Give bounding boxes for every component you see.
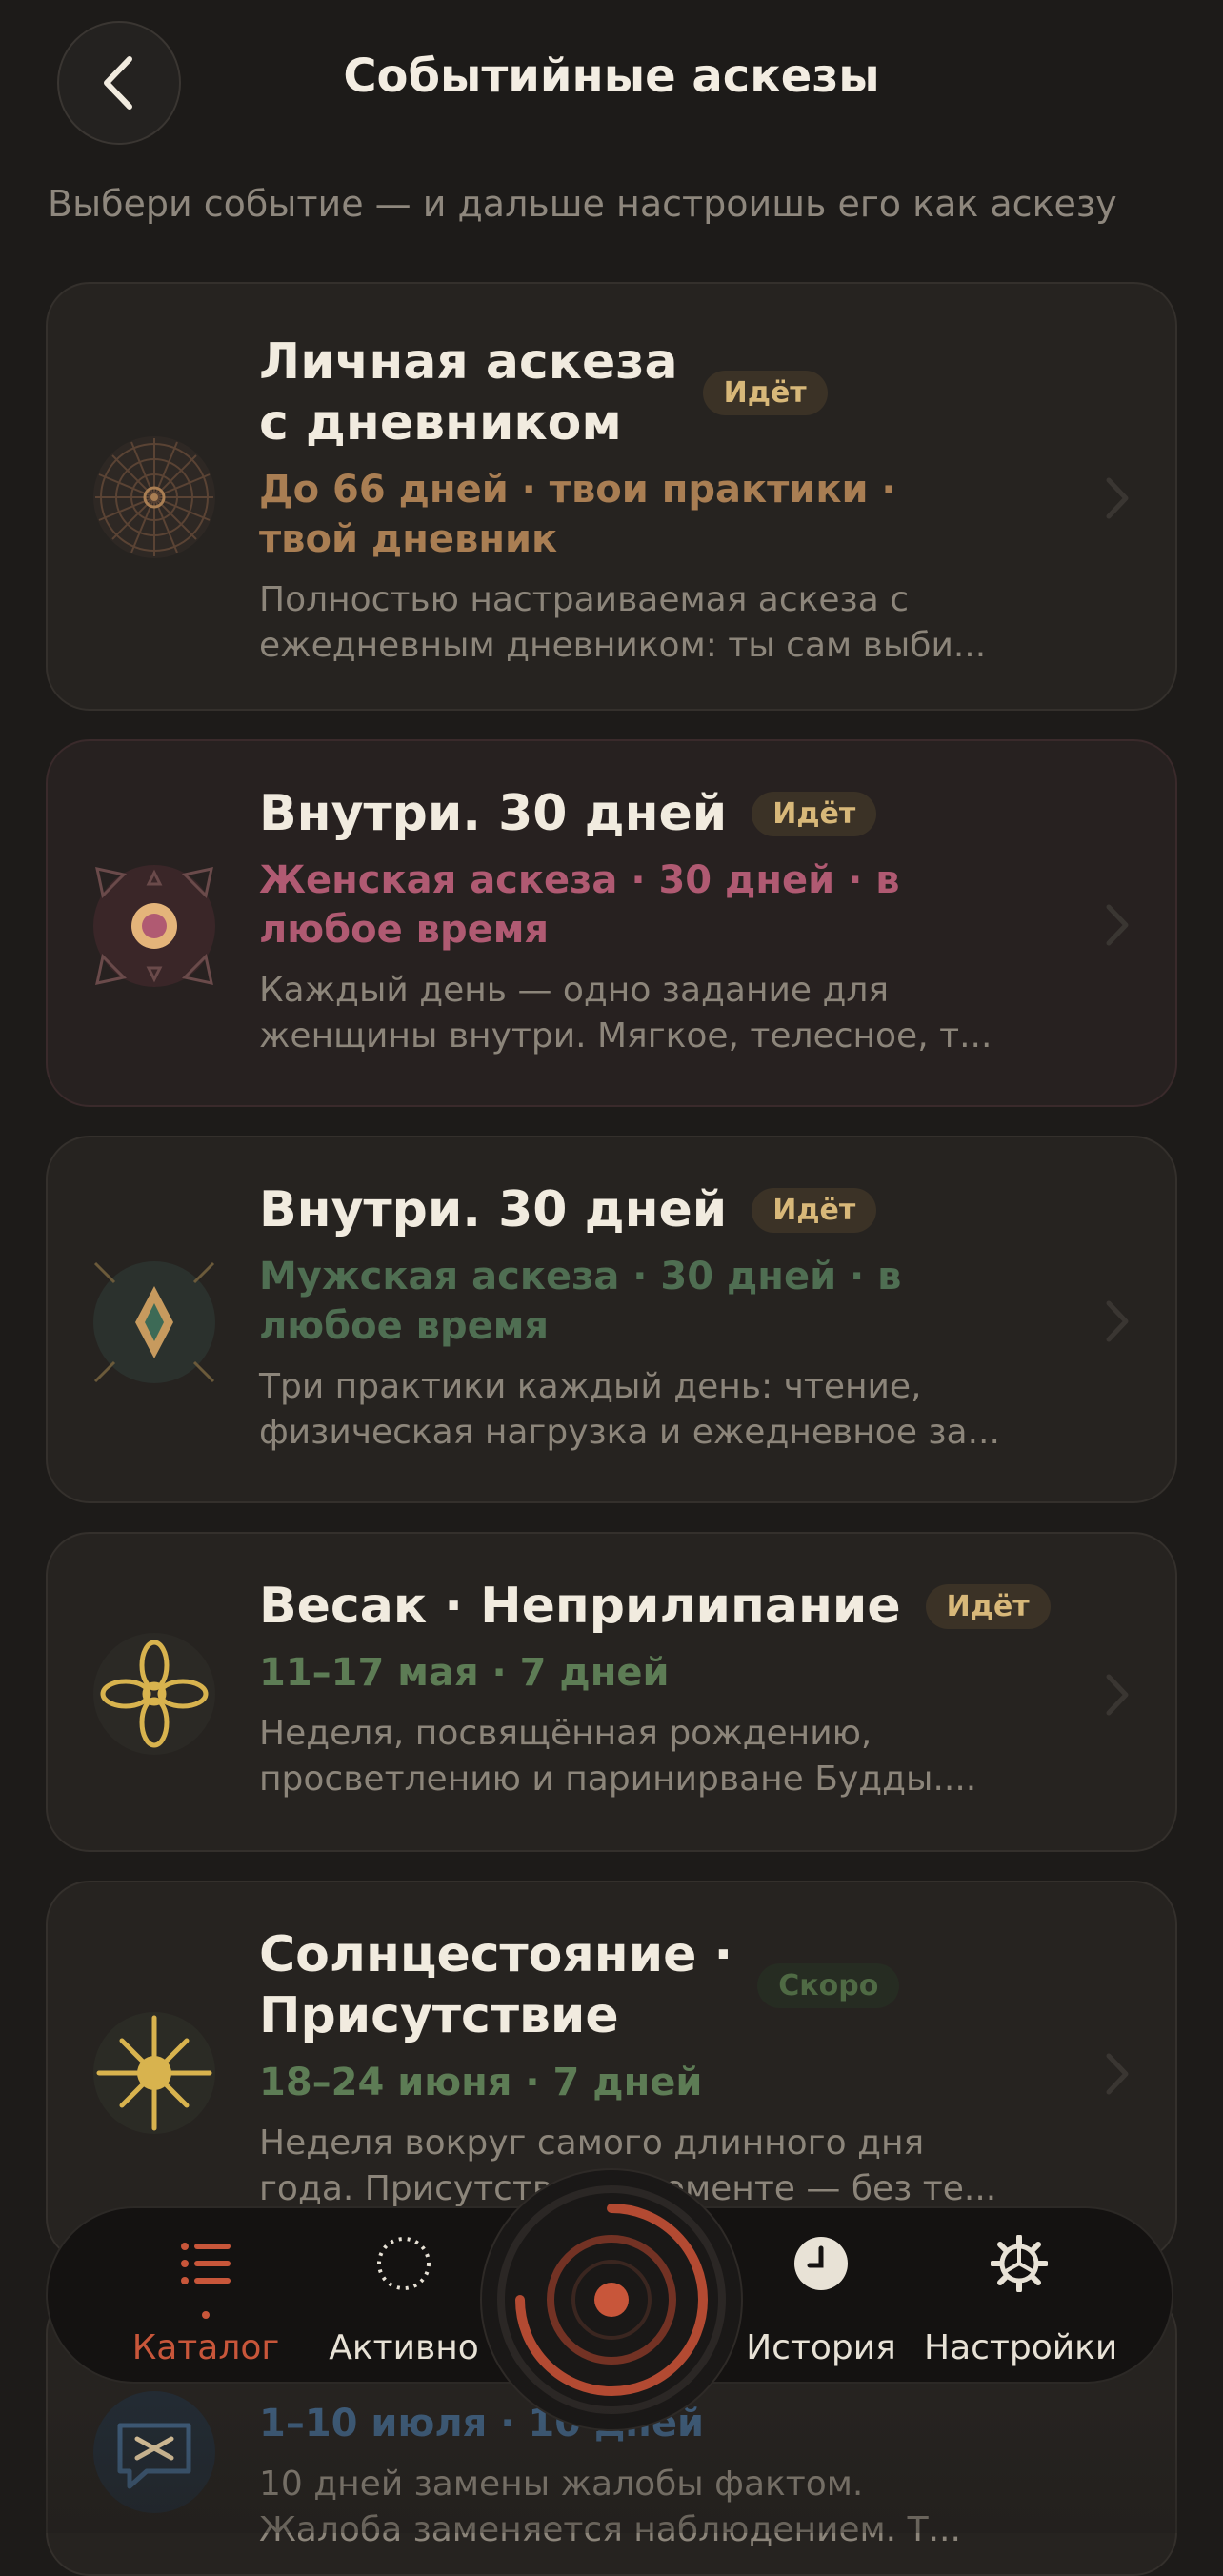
event-title: Внутри. 30 дней [259, 785, 728, 842]
status-badge: Скоро [757, 1962, 900, 2008]
diamond-icon [91, 1259, 217, 1385]
event-meta: 11–17 мая · 7 дней [259, 1651, 670, 1695]
center-record-button[interactable] [480, 2168, 743, 2431]
tab-label: История [746, 2328, 896, 2367]
record-icon [497, 2185, 726, 2414]
tab-history[interactable]: История [726, 2208, 916, 2385]
event-meta: Женская аскеза · 30 дней · в любое время [259, 858, 900, 952]
circle-petals-icon [91, 863, 217, 989]
chevron-right-icon [1106, 1674, 1129, 1716]
chevron-right-icon [1106, 477, 1129, 519]
dotted-circle-icon [377, 2237, 431, 2290]
event-card-men-30[interactable]: Внутри. 30 дней Идёт Мужская аскеза · 30… [46, 1136, 1177, 1503]
chat-icon [91, 2389, 217, 2515]
sun-icon [91, 2010, 217, 2136]
event-description: Полностью настраиваемая аскеза с ежедневн… [259, 580, 987, 665]
event-description: 10 дней замены жалобы фактом. Жалоба заме… [259, 2465, 961, 2549]
status-badge: Идёт [752, 791, 877, 836]
chevron-right-icon [1106, 2053, 1129, 2095]
event-description: Неделя, посвящённая рождению, просветлени… [259, 1714, 977, 1799]
chevron-right-icon [1106, 904, 1129, 946]
event-card-women-30[interactable]: Внутри. 30 дней Идёт Женская аскеза · 30… [46, 739, 1177, 1107]
event-title: Личная аскеза с дневником [259, 333, 678, 452]
chevron-right-icon [1106, 1300, 1129, 1342]
page-subtitle: Выбери событие — и дальше настроишь его … [48, 183, 1117, 225]
tab-label: Активно [329, 2328, 479, 2367]
gear-icon [991, 2235, 1048, 2292]
event-title: Внутри. 30 дней [259, 1181, 728, 1238]
event-description: Каждый день — одно задание для женщины вн… [259, 971, 992, 1056]
mandala-icon [91, 434, 217, 560]
tab-catalog[interactable]: Каталог [110, 2208, 301, 2385]
event-meta: 18–24 июня · 7 дней [259, 2061, 703, 2104]
event-meta: До 66 дней · твои практики · твой дневник [259, 468, 896, 561]
active-indicator [202, 2311, 210, 2319]
event-title: Солнцестояние · Присутствие [259, 1926, 733, 2044]
status-badge: Идёт [702, 370, 828, 415]
tab-label: Каталог [131, 2328, 280, 2367]
lotus-icon [91, 1631, 217, 1757]
event-card-personal-diary[interactable]: Личная аскеза с дневником Идёт До 66 дне… [46, 282, 1177, 711]
status-badge: Идёт [925, 1583, 1051, 1629]
tab-settings[interactable]: Настройки [924, 2208, 1118, 2385]
event-title: Весак · Неприлипание [259, 1578, 901, 1635]
tab-label: Настройки [924, 2328, 1118, 2367]
clock-icon [794, 2237, 848, 2290]
event-card-vesak[interactable]: Весак · Неприлипание Идёт 11–17 мая · 7 … [46, 1532, 1177, 1852]
tab-active[interactable]: Активно [309, 2208, 499, 2385]
page-title: Событийные аскезы [343, 50, 880, 103]
event-description: Три практики каждый день: чтение, физичес… [259, 1367, 1000, 1452]
status-badge: Идёт [752, 1187, 877, 1233]
event-meta: Мужская аскеза · 30 дней · в любое время [259, 1255, 902, 1348]
list-icon [181, 2243, 231, 2284]
top-bar: Событийные аскезы [0, 0, 1223, 171]
